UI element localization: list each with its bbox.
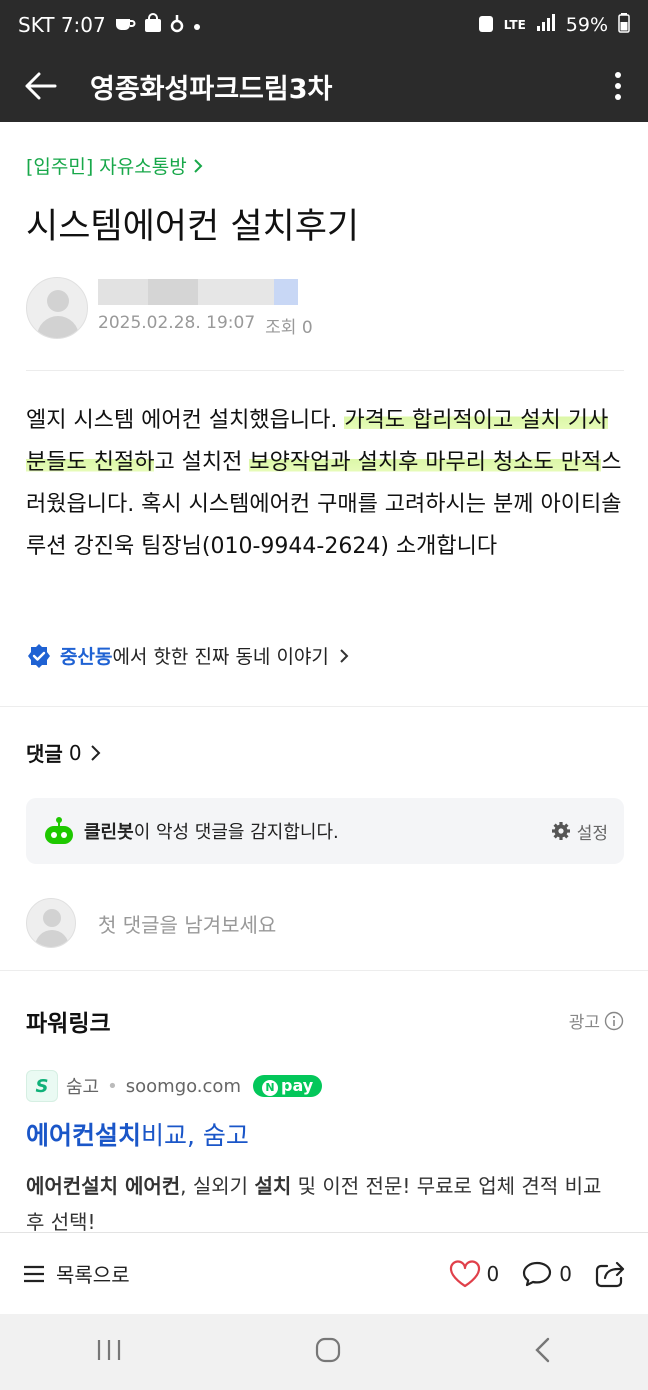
neighborhood-text: 에서 핫한 진짜 동네 이야기: [112, 646, 329, 668]
body-text-2: 고 설치전: [154, 450, 250, 475]
board-name: [입주민] 자유소통방: [26, 156, 187, 178]
comment-input[interactable]: 첫 댓글을 남겨보세요: [98, 909, 276, 938]
ad-title-bold: 에어컨설치: [26, 1121, 142, 1150]
verified-check-icon: [28, 643, 50, 668]
advertiser-name: 숨고: [66, 1077, 100, 1098]
battery-icon: [618, 12, 630, 38]
bottom-toolbar: 목록으로 0 0: [0, 1232, 648, 1314]
npay-label: pay: [280, 1076, 314, 1095]
ad-desc-bold-1: 에어컨설치 에어컨: [26, 1174, 181, 1198]
author-avatar[interactable]: [26, 277, 88, 339]
npay-n-icon: N: [261, 1080, 278, 1096]
cafe-title[interactable]: 영종화성파크드림3차: [90, 67, 332, 106]
back-button[interactable]: [0, 50, 82, 122]
recent-apps-button[interactable]: [95, 1338, 123, 1366]
ad-title-link[interactable]: 에어컨설치비교, 숨고: [26, 1116, 249, 1152]
comments-count: 0: [68, 740, 82, 765]
ad-title-rest: 비교, 숨고: [141, 1121, 249, 1150]
like-count: 0: [486, 1261, 500, 1286]
powerlink-title: 파워링크: [26, 1011, 111, 1037]
back-arrow-icon: [25, 72, 57, 100]
chevron-right-icon: [90, 744, 100, 761]
ad-description[interactable]: 에어컨설치 에어컨, 실외기 설치 및 이전 전문! 무료로 업체 견적 비교 …: [26, 1168, 624, 1232]
neighborhood-link[interactable]: 중산동 에서 핫한 진짜 동네 이야기: [26, 642, 351, 669]
author-name-blurred[interactable]: [98, 278, 298, 305]
npay-badge: Npay: [252, 1075, 323, 1097]
cleanbot-robot-icon: [45, 817, 73, 844]
app-notification-icon: [170, 13, 184, 38]
body-highlight-2: 보양작업과 설치후 마무리 청소도 만적: [249, 450, 602, 475]
chevron-right-icon: [340, 648, 349, 663]
ad-desc-text-1: , 실외기: [180, 1174, 255, 1198]
back-to-list-label: 목록으로: [56, 1263, 130, 1287]
ad-desc-bold-2: 설치: [254, 1174, 292, 1198]
home-button[interactable]: [314, 1336, 342, 1368]
comments-header[interactable]: 댓글 0: [26, 738, 102, 767]
menu-list-icon: [24, 1265, 44, 1282]
author-block: 2025.02.28. 19:07 조회 0: [26, 276, 313, 340]
post-views: 조회 0: [265, 317, 313, 338]
status-carrier-time: SKT 7:07: [18, 13, 106, 37]
board-breadcrumb[interactable]: [입주민] 자유소통방: [26, 152, 203, 179]
comment-count: 0: [559, 1261, 572, 1286]
signal-icon: [536, 13, 556, 37]
separator-dot: •: [107, 1075, 118, 1097]
cleanbot-settings-button[interactable]: 설정: [551, 819, 608, 844]
alarm-icon: [478, 13, 494, 38]
network-type: LTE: [503, 18, 526, 32]
comment-bubble-icon: [523, 1261, 552, 1286]
cleanbot-name: 클린봇: [84, 822, 134, 843]
comments-label: 댓글: [26, 742, 63, 766]
comment-button[interactable]: 0: [521, 1260, 572, 1288]
share-button[interactable]: [594, 1259, 626, 1289]
ad-info-button[interactable]: 광고: [569, 1008, 624, 1033]
divider: [26, 370, 624, 371]
post-title: 시스템에어컨 설치후기: [26, 207, 360, 247]
coffee-icon: [114, 13, 136, 38]
share-icon: [595, 1261, 625, 1287]
like-button[interactable]: 0: [449, 1259, 500, 1288]
shopping-bag-icon: [144, 12, 162, 38]
soomgo-logo-icon: S: [26, 1070, 58, 1102]
system-back-button[interactable]: [533, 1336, 553, 1368]
system-nav-bar: [0, 1314, 648, 1390]
settings-label: 설정: [576, 823, 608, 844]
comment-input-row[interactable]: 첫 댓글을 남겨보세요: [26, 898, 276, 948]
status-bar: SKT 7:07 LTE 59%: [0, 0, 648, 50]
section-divider: [0, 970, 648, 971]
body-text-1: 엘지 시스템 에어컨 설치했읍니다.: [26, 408, 345, 433]
chevron-right-icon: [194, 158, 203, 173]
my-avatar: [26, 898, 76, 948]
cleanbot-text: 이 악성 댓글을 감지합니다.: [133, 822, 339, 843]
app-bar: 영종화성파크드림3차: [0, 50, 648, 122]
back-to-list-button[interactable]: 목록으로: [22, 1259, 130, 1288]
ad-label: 광고: [568, 1013, 600, 1033]
advertiser-domain: soomgo.com: [125, 1075, 241, 1097]
more-menu-button[interactable]: [588, 50, 648, 122]
more-vert-icon: [615, 72, 621, 100]
info-icon: [604, 1011, 624, 1030]
recents-icon: [98, 1340, 121, 1360]
post-date: 2025.02.28. 19:07: [98, 312, 256, 333]
dot-icon: [192, 13, 202, 37]
gear-icon: [551, 822, 570, 840]
heart-icon: [449, 1259, 480, 1287]
battery-percent: 59%: [565, 14, 608, 36]
back-chevron-icon: [534, 1337, 549, 1363]
home-icon: [315, 1337, 341, 1363]
post-body: 엘지 시스템 에어컨 설치했읍니다. 가격도 합리적이고 설치 기사분들도 친절…: [26, 400, 624, 568]
cleanbot-banner: 클린봇 이 악성 댓글을 감지합니다. 설정: [26, 798, 624, 864]
section-divider: [0, 706, 648, 707]
neighborhood-name: 중산동: [60, 646, 113, 668]
advertiser-row[interactable]: S 숨고 • soomgo.com Npay: [26, 1070, 323, 1102]
